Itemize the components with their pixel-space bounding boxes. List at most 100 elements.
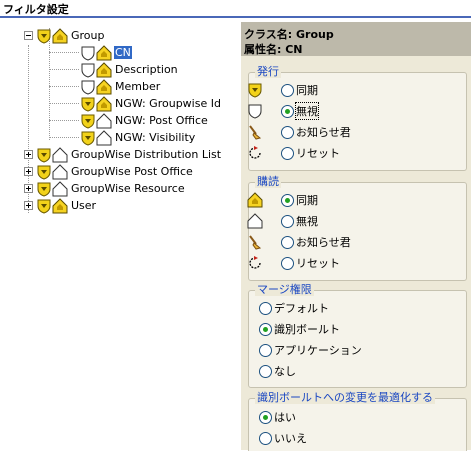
attribute-name-label: 属性名: CN bbox=[244, 43, 303, 56]
tree-node-distribution-list[interactable]: GroupWise Distribution List bbox=[24, 146, 222, 163]
publish-option-ignore[interactable]: 無視 bbox=[249, 102, 319, 120]
option-label: 識別ボールト bbox=[274, 323, 340, 336]
sync-shield-icon bbox=[80, 130, 96, 146]
option-label: デフォルト bbox=[274, 302, 329, 315]
tree-node-label: Group bbox=[71, 29, 105, 42]
sync-shield-icon bbox=[36, 198, 52, 214]
merge-group-title: マージ権限 bbox=[255, 283, 314, 296]
sync-shield-icon bbox=[36, 147, 52, 163]
radio-button[interactable] bbox=[281, 125, 294, 139]
optimize-group: 識別ボールトへの変更を最適化する はい いいえ bbox=[248, 391, 467, 451]
ignore-house-icon bbox=[52, 147, 68, 163]
notify-broom-icon bbox=[247, 124, 263, 140]
sync-house-icon bbox=[247, 192, 263, 208]
tree-node-cn[interactable]: CN bbox=[80, 44, 132, 61]
ignore-house-icon bbox=[52, 164, 68, 180]
collapse-icon[interactable] bbox=[24, 31, 33, 40]
tree-node-member[interactable]: Member bbox=[80, 78, 161, 95]
radio-button[interactable] bbox=[281, 235, 294, 249]
house-icon bbox=[96, 62, 112, 78]
radio-button[interactable] bbox=[259, 364, 272, 378]
tree-node-label: GroupWise Resource bbox=[71, 182, 185, 195]
tree-node-description[interactable]: Description bbox=[80, 61, 179, 78]
tree-connector bbox=[49, 69, 79, 70]
expand-icon[interactable] bbox=[24, 201, 33, 210]
sync-shield-icon bbox=[36, 28, 52, 44]
ignore-house-icon bbox=[96, 113, 112, 129]
tree-node-gw-resource[interactable]: GroupWise Resource bbox=[24, 180, 186, 197]
subscribe-option-reset[interactable]: リセット bbox=[249, 254, 340, 272]
radio-button[interactable] bbox=[259, 410, 272, 424]
merge-option-none[interactable]: なし bbox=[259, 362, 296, 380]
subscribe-option-ignore[interactable]: 無視 bbox=[249, 212, 318, 230]
house-icon bbox=[96, 79, 112, 95]
subscribe-option-notify[interactable]: お知らせ君 bbox=[249, 233, 351, 251]
radio-button[interactable] bbox=[281, 193, 294, 207]
option-label: お知らせ君 bbox=[296, 126, 351, 139]
tree-node-label: GroupWise Distribution List bbox=[71, 148, 222, 161]
publish-group-title: 発行 bbox=[255, 65, 281, 78]
title-underline bbox=[0, 16, 471, 18]
tree-node-label: GroupWise Post Office bbox=[71, 165, 193, 178]
option-label: 無視 bbox=[295, 102, 319, 120]
option-label: お知らせ君 bbox=[296, 236, 351, 249]
tree-node-group[interactable]: Group bbox=[24, 27, 106, 44]
tree-node-gw-post-office[interactable]: GroupWise Post Office bbox=[24, 163, 194, 180]
class-name-label: クラス名: Group bbox=[244, 28, 334, 41]
radio-button[interactable] bbox=[259, 343, 272, 357]
merge-option-default[interactable]: デフォルト bbox=[259, 299, 329, 317]
ignore-shield-icon bbox=[80, 79, 96, 95]
option-label: 無視 bbox=[296, 215, 318, 228]
ignore-shield-icon bbox=[80, 45, 96, 61]
sync-shield-icon bbox=[36, 164, 52, 180]
ignore-shield-icon bbox=[80, 62, 96, 78]
option-label: いいえ bbox=[274, 432, 307, 445]
tree-node-label: Member bbox=[115, 80, 161, 93]
house-icon bbox=[96, 45, 112, 61]
radio-button[interactable] bbox=[281, 146, 294, 160]
sync-shield-icon bbox=[247, 82, 263, 98]
radio-button[interactable] bbox=[281, 214, 294, 228]
tree-node-groupwise-id[interactable]: NGW: Groupwise Id bbox=[80, 95, 222, 112]
tree-node-user[interactable]: User bbox=[24, 197, 97, 214]
option-label: なし bbox=[274, 365, 296, 378]
ignore-house-icon bbox=[52, 181, 68, 197]
expand-icon[interactable] bbox=[24, 167, 33, 176]
radio-button[interactable] bbox=[259, 431, 272, 445]
radio-button[interactable] bbox=[259, 322, 272, 336]
radio-button[interactable] bbox=[281, 104, 294, 118]
tree-node-visibility[interactable]: NGW: Visibility bbox=[80, 129, 196, 146]
radio-button[interactable] bbox=[259, 301, 272, 315]
house-icon bbox=[52, 28, 68, 44]
merge-authority-group: マージ権限 デフォルト 識別ボールト アプリケーション なし bbox=[248, 283, 467, 388]
class-attribute-tree[interactable]: Group CN Description Member NGW: Groupwi… bbox=[0, 20, 240, 450]
tree-connector bbox=[49, 86, 79, 87]
panel-header: クラス名: Group 属性名: CN bbox=[241, 22, 471, 56]
subscribe-group: 購読 同期 無視 お知らせ君 リセット bbox=[248, 175, 467, 281]
publish-option-sync[interactable]: 同期 bbox=[249, 81, 318, 99]
merge-option-application[interactable]: アプリケーション bbox=[259, 341, 362, 359]
radio-button[interactable] bbox=[281, 256, 294, 270]
tree-node-label: User bbox=[71, 199, 97, 212]
tree-node-post-office[interactable]: NGW: Post Office bbox=[80, 112, 209, 129]
optimize-option-yes[interactable]: はい bbox=[259, 408, 296, 426]
ignore-house-icon bbox=[96, 130, 112, 146]
radio-button[interactable] bbox=[281, 83, 294, 97]
tree-node-label: Description bbox=[115, 63, 178, 76]
publish-group: 発行 同期 無視 お知らせ君 リセット bbox=[248, 65, 467, 171]
optimize-option-no[interactable]: いいえ bbox=[259, 429, 307, 447]
tree-connector bbox=[49, 137, 79, 138]
tree-connector bbox=[49, 103, 79, 104]
expand-icon[interactable] bbox=[24, 184, 33, 193]
publish-option-reset[interactable]: リセット bbox=[249, 144, 340, 162]
tree-connector bbox=[49, 28, 50, 140]
tree-node-label: CN bbox=[114, 46, 132, 59]
merge-option-vault[interactable]: 識別ボールト bbox=[259, 320, 340, 338]
tree-node-label: NGW: Groupwise Id bbox=[115, 97, 221, 110]
expand-icon[interactable] bbox=[24, 150, 33, 159]
option-label: 同期 bbox=[296, 84, 318, 97]
publish-option-notify[interactable]: お知らせ君 bbox=[249, 123, 351, 141]
subscribe-option-sync[interactable]: 同期 bbox=[249, 191, 318, 209]
option-label: はい bbox=[274, 411, 296, 424]
optimize-group-title: 識別ボールトへの変更を最適化する bbox=[255, 391, 435, 404]
